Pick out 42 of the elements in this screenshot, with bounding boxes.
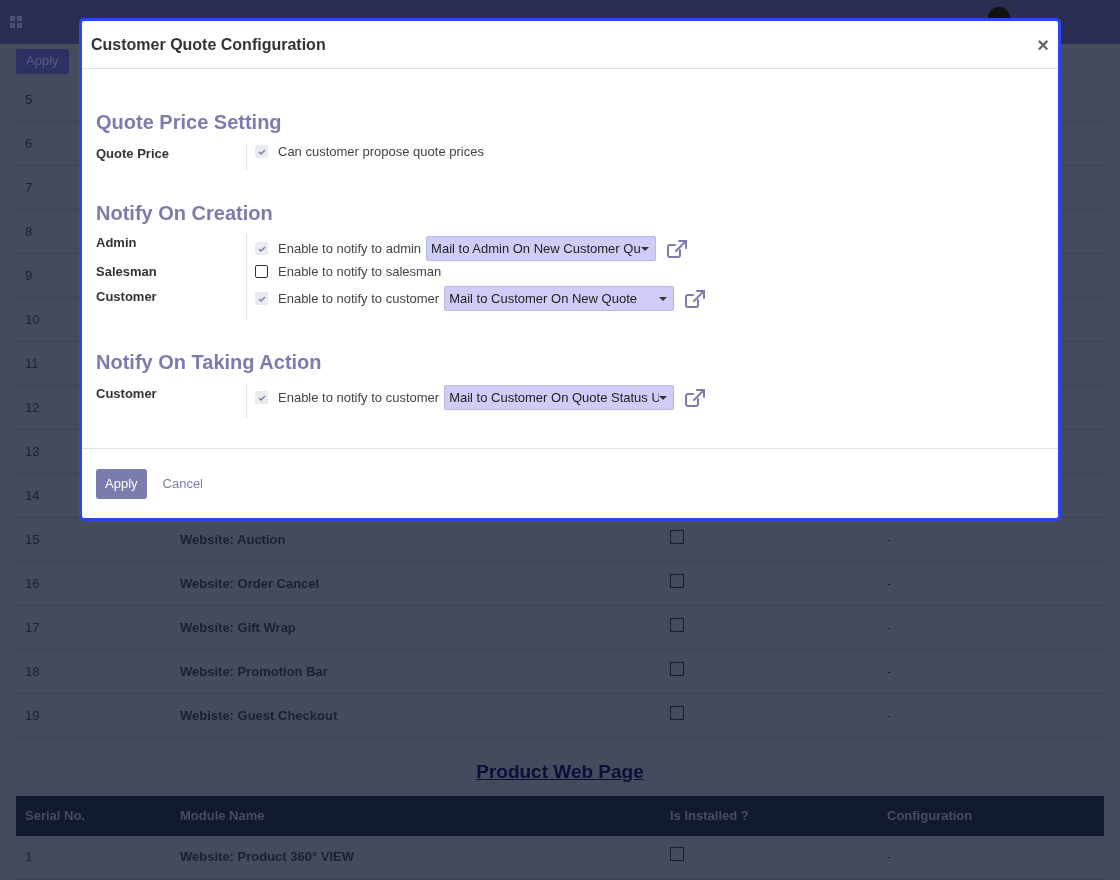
table-cell-text: - <box>887 618 892 637</box>
checkmark-icon <box>257 147 266 156</box>
column-header: Is Installed ? <box>670 806 750 825</box>
field-label: Admin <box>96 234 137 252</box>
table-cell-text: - <box>887 662 892 681</box>
checkbox-label: Enable to notify to customer <box>278 388 440 407</box>
section-heading: Notify On Taking Action <box>96 350 322 375</box>
caret-icon <box>641 246 650 251</box>
external-link-icon[interactable] <box>685 289 706 308</box>
external-link-icon[interactable] <box>667 239 688 258</box>
table-cell-text: - <box>887 848 892 867</box>
section-heading: Quote Price Setting <box>96 110 282 135</box>
section-title: Product Web Page <box>476 760 644 784</box>
section-heading: Notify On Creation <box>96 201 273 226</box>
close-button[interactable]: × <box>1037 34 1049 55</box>
checkbox[interactable] <box>255 265 268 278</box>
field-label: Quote Price <box>96 145 169 163</box>
cancel-button[interactable]: Cancel <box>154 468 211 499</box>
template-select[interactable]: Mail to Admin On New Customer Qu <box>426 236 657 261</box>
checkbox-label: Enable to notify to salesman <box>278 262 442 281</box>
checkbox-label: Can customer propose quote prices <box>278 142 484 161</box>
column-header: Serial No. <box>24 806 86 825</box>
checkbox-label: Enable to notify to admin <box>278 239 422 258</box>
column-header: Module Name <box>180 806 266 825</box>
dialog-title: Customer Quote Configuration <box>91 34 326 55</box>
field-label: Salesman <box>96 263 157 281</box>
field-label: Customer <box>96 385 157 403</box>
checkmark-icon <box>257 393 266 402</box>
checkbox-label: Enable to notify to customer <box>278 289 440 308</box>
external-link-icon[interactable] <box>685 388 706 407</box>
table-cell-text: - <box>887 574 892 593</box>
field-label: Customer <box>96 288 157 306</box>
apply-button[interactable]: Apply <box>96 468 147 499</box>
checkmark-icon <box>257 244 266 253</box>
checkmark-icon <box>257 294 266 303</box>
table-cell-text: - <box>887 706 892 725</box>
caret-icon <box>659 296 668 301</box>
caret-icon <box>659 395 668 400</box>
table-cell-text: - <box>887 530 892 549</box>
column-header: Configuration <box>887 806 973 825</box>
template-select[interactable]: Mail to Customer On Quote Status U <box>444 385 675 410</box>
template-select[interactable]: Mail to Customer On New Quote <box>444 286 675 311</box>
